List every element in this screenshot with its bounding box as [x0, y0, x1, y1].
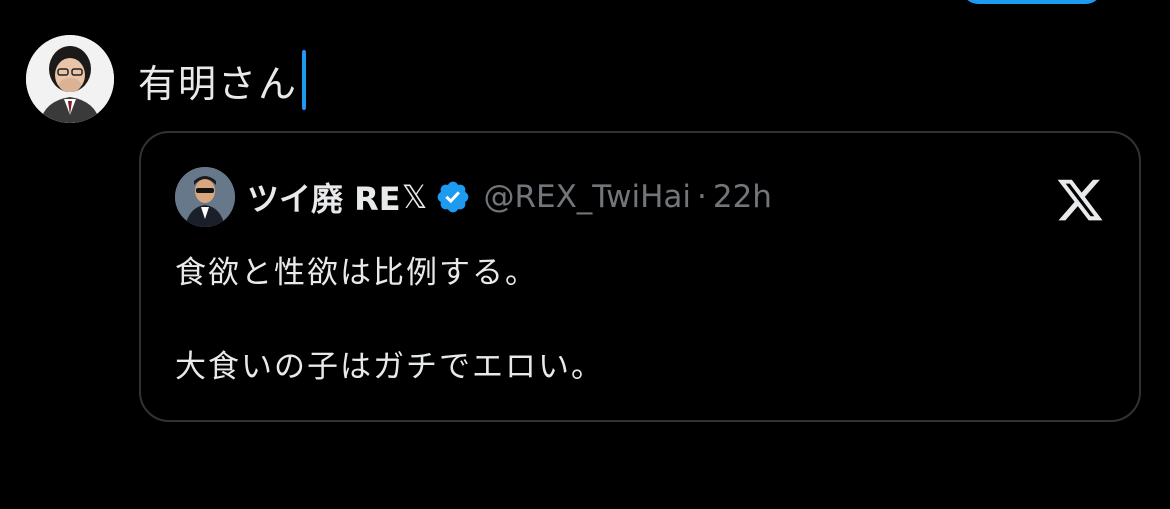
quoted-post-header: ツイ廃 RE 𝕏 @REX_TwiHai · 22h: [247, 173, 772, 221]
display-name-x-glyph: 𝕏: [401, 178, 428, 216]
quoted-display-name[interactable]: ツイ廃 RE: [247, 174, 401, 220]
quoted-timestamp[interactable]: 22h: [713, 179, 772, 215]
quoted-text-line: 食欲と性欲は比例する。: [175, 255, 538, 291]
x-logo-icon: [1055, 175, 1105, 225]
compose-area[interactable]: 有明さん: [138, 48, 307, 112]
dot-separator: ·: [697, 179, 707, 215]
quoted-handle[interactable]: @REX_TwiHai: [483, 179, 691, 215]
verified-badge-icon: [435, 179, 471, 215]
quoted-post-card[interactable]: ツイ廃 RE 𝕏 @REX_TwiHai · 22h 食欲と性欲は比例する。 大…: [139, 131, 1141, 422]
quoted-author-avatar-icon[interactable]: [175, 167, 235, 227]
quoted-text-line: 大食いの子はガチでエロい。: [175, 349, 604, 385]
user-avatar-icon[interactable]: [26, 35, 114, 123]
text-cursor: [302, 50, 307, 110]
post-button[interactable]: [962, 0, 1102, 4]
compose-input[interactable]: 有明さん: [138, 53, 298, 108]
